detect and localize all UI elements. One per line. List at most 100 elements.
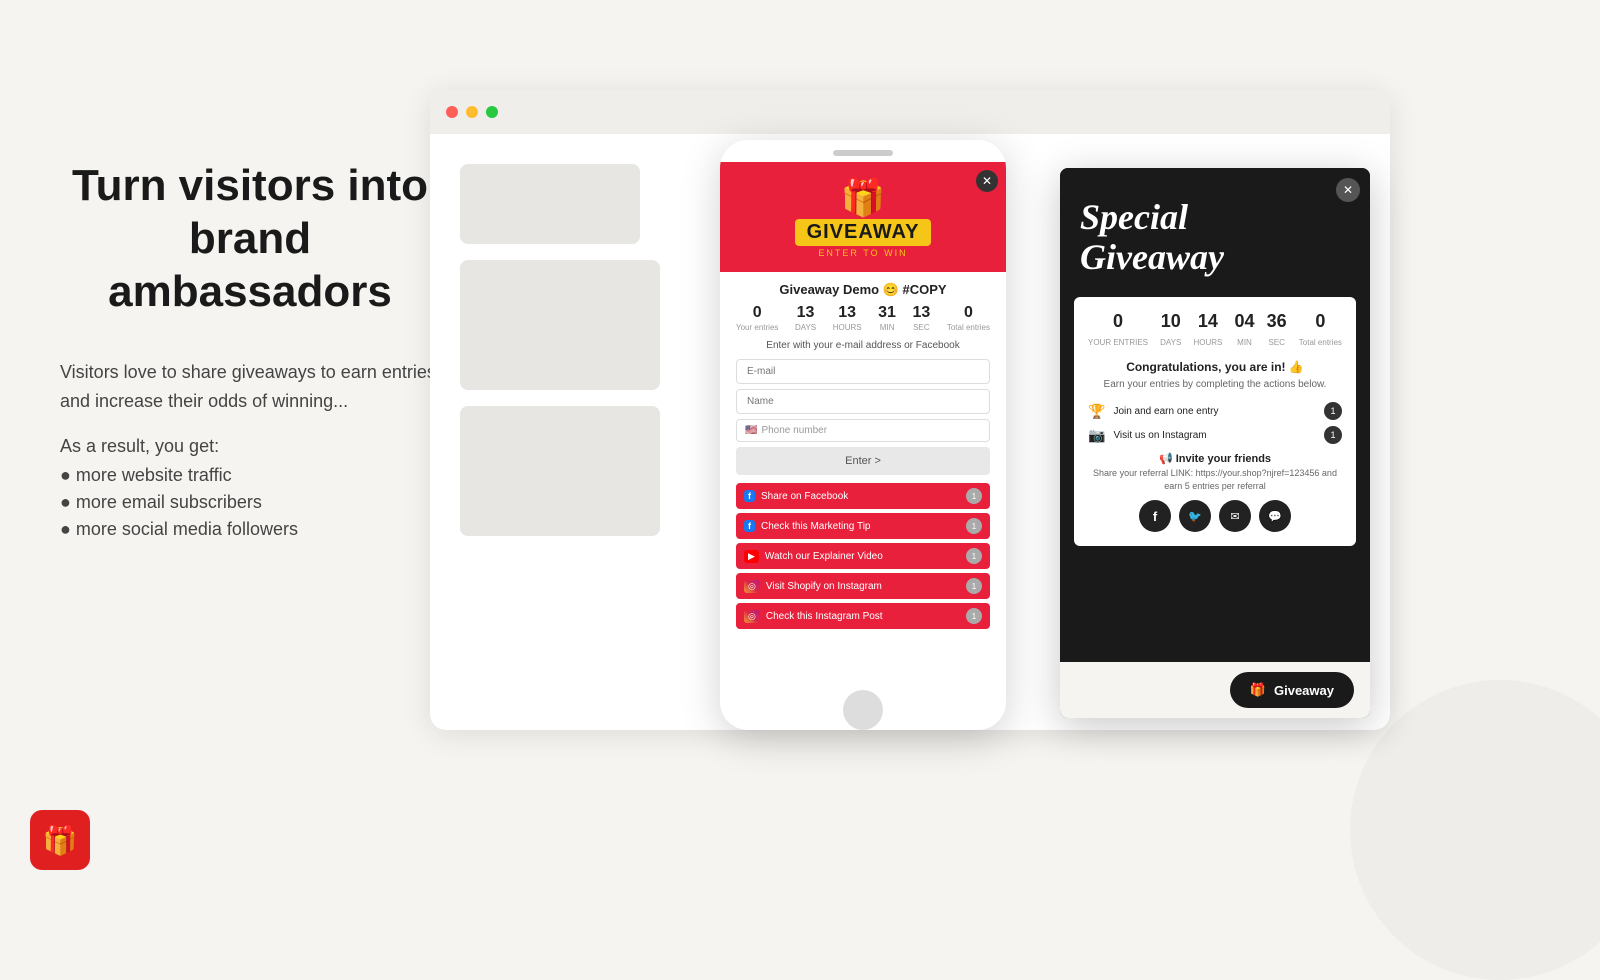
facebook-social-icon: f — [1153, 509, 1157, 524]
popup2-header: SpecialGiveaway — [1060, 168, 1370, 297]
action-explainer-video[interactable]: ▶ Watch our Explainer Video 1 — [736, 543, 990, 569]
timer-your-entries: 0 Your entries — [736, 304, 778, 332]
action-label-1: Share on Facebook — [761, 491, 966, 502]
bullet-1: ● more website traffic — [60, 465, 440, 486]
popup2-days: 10 DAYS — [1160, 311, 1181, 350]
action-list: f Share on Facebook 1 f Check this Marke… — [736, 483, 990, 629]
browser-dot-red — [446, 106, 458, 118]
action-label-2: Check this Marketing Tip — [761, 521, 966, 532]
action-badge-1: 1 — [966, 488, 982, 504]
phone-mockup-1: ✕ 🎁 GIVEAWAY ENTER TO WIN Giveaway Demo … — [720, 140, 1006, 730]
gift-icon: 🎁 — [795, 177, 932, 219]
action-badge-3: 1 — [966, 548, 982, 564]
social-icons-row: f 🐦 ✉ 💬 — [1088, 500, 1342, 532]
facebook-icon-1: f — [744, 490, 755, 502]
action-label-4: Visit Shopify on Instagram — [766, 581, 966, 592]
popup2-action-join[interactable]: 🏆 Join and earn one entry 1 — [1088, 402, 1342, 420]
fake-block-1 — [460, 164, 640, 244]
phone-input-row[interactable]: 🇺🇸 Phone number — [736, 419, 990, 442]
logo-gift-icon: 🎁 — [43, 824, 78, 857]
invite-sub-text: Share your referral LINK: https://your.s… — [1088, 467, 1342, 492]
phone-placeholder: Phone number — [761, 425, 827, 436]
congrats-text: Congratulations, you are in! 👍 — [1088, 360, 1342, 374]
popup2-min: 04 MIN — [1234, 311, 1254, 350]
giveaway-button[interactable]: 🎁 Giveaway — [1230, 672, 1354, 708]
popup1-close-button[interactable]: ✕ — [976, 170, 998, 192]
social-messenger-btn[interactable]: 💬 — [1259, 500, 1291, 532]
email-input[interactable] — [736, 359, 990, 384]
browser-bar — [430, 90, 1390, 134]
popup2-action-instagram[interactable]: 📷 Visit us on Instagram 1 — [1088, 426, 1342, 444]
flag-icon: 🇺🇸 — [745, 425, 757, 436]
action-instagram-post[interactable]: ◎ Check this Instagram Post 1 — [736, 603, 990, 629]
action-share-facebook[interactable]: f Share on Facebook 1 — [736, 483, 990, 509]
name-input[interactable] — [736, 389, 990, 414]
instagram-icon-1: ◎ — [744, 580, 760, 593]
invite-title: 📢 Invite your friends — [1088, 452, 1342, 465]
action-badge-2: 1 — [966, 518, 982, 534]
popup2-body: 0 YOUR ENTRIES 10 DAYS 14 HOURS 04 MIN 3… — [1074, 297, 1356, 546]
popup1-timer: 0 Your entries 13 DAYS 13 HOURS 31 MIN 1… — [736, 304, 990, 332]
action-visit-instagram[interactable]: ◎ Visit Shopify on Instagram 1 — [736, 573, 990, 599]
action-badge-5: 1 — [966, 608, 982, 624]
phone2-bottom-bar: 🎁 Giveaway — [1060, 662, 1370, 718]
popup1-description: Enter with your e-mail address or Facebo… — [736, 340, 990, 351]
popup1-title: Giveaway Demo 😊 #COPY — [736, 282, 990, 298]
social-email-btn[interactable]: ✉ — [1219, 500, 1251, 532]
action-label-3: Watch our Explainer Video — [765, 551, 966, 562]
phone-notch-1 — [833, 150, 893, 156]
enter-button[interactable]: Enter > — [736, 447, 990, 475]
phone-mockup-2: ✕ SpecialGiveaway 0 YOUR ENTRIES 10 DAYS… — [1060, 168, 1370, 718]
main-heading: Turn visitors into brand ambassadors — [60, 160, 440, 318]
messenger-social-icon: 💬 — [1268, 510, 1282, 523]
popup2-hours: 14 HOURS — [1193, 311, 1222, 350]
left-section: Turn visitors into brand ambassadors Vis… — [60, 160, 440, 546]
fake-block-3 — [460, 406, 660, 536]
result-intro: As a result, you get: — [60, 436, 440, 457]
youtube-icon: ▶ — [744, 550, 759, 563]
action-badge-4: 1 — [966, 578, 982, 594]
logo-icon: 🎁 — [30, 810, 90, 870]
popup2-special-giveaway-title: SpecialGiveaway — [1080, 198, 1350, 277]
twitter-social-icon: 🐦 — [1188, 510, 1202, 523]
sub-text: Visitors love to share giveaways to earn… — [60, 358, 440, 416]
bullet-2: ● more email subscribers — [60, 492, 440, 513]
social-twitter-btn[interactable]: 🐦 — [1179, 500, 1211, 532]
popup2-your-entries: 0 YOUR ENTRIES — [1088, 311, 1148, 350]
giveaway-badge: 🎁 GIVEAWAY ENTER TO WIN — [795, 177, 932, 258]
social-facebook-btn[interactable]: f — [1139, 500, 1171, 532]
action-instagram-badge: 1 — [1324, 426, 1342, 444]
browser-dot-green — [486, 106, 498, 118]
action-marketing-tip[interactable]: f Check this Marketing Tip 1 — [736, 513, 990, 539]
bottom-logo: 🎁 — [30, 810, 90, 870]
timer-total-entries: 0 Total entries — [947, 304, 990, 332]
bullet-3: ● more social media followers — [60, 519, 440, 540]
facebook-icon-2: f — [744, 520, 755, 532]
giveaway-btn-icon: 🎁 — [1250, 682, 1266, 698]
popup2-total-entries: 0 Total entries — [1299, 311, 1342, 350]
timer-sec: 13 SEC — [912, 304, 930, 332]
timer-min: 31 MIN — [878, 304, 896, 332]
camera-icon: 📷 — [1088, 427, 1105, 444]
giveaway-title-badge: GIVEAWAY — [795, 219, 932, 246]
fake-block-2 — [460, 260, 660, 390]
phone-home-button-1[interactable] — [843, 690, 883, 730]
invite-section: 📢 Invite your friends Share your referra… — [1088, 452, 1342, 532]
earn-text: Earn your entries by completing the acti… — [1088, 378, 1342, 392]
action-instagram-label: Visit us on Instagram — [1113, 430, 1324, 441]
browser-dot-yellow — [466, 106, 478, 118]
popup1: ✕ 🎁 GIVEAWAY ENTER TO WIN Giveaway Demo … — [720, 162, 1006, 682]
action-label-5: Check this Instagram Post — [766, 611, 966, 622]
enter-label: ENTER TO WIN — [795, 248, 932, 258]
giveaway-btn-label: Giveaway — [1274, 683, 1334, 698]
trophy-icon: 🏆 — [1088, 403, 1105, 420]
popup1-body: Giveaway Demo 😊 #COPY 0 Your entries 13 … — [720, 272, 1006, 643]
instagram-icon-2: ◎ — [744, 610, 760, 623]
popup2-close-button[interactable]: ✕ — [1336, 178, 1360, 202]
timer-hours: 13 HOURS — [833, 304, 862, 332]
popup2-sec: 36 SEC — [1267, 311, 1287, 350]
timer-days: 13 DAYS — [795, 304, 816, 332]
popup1-header: ✕ 🎁 GIVEAWAY ENTER TO WIN — [720, 162, 1006, 272]
bullet-list: ● more website traffic ● more email subs… — [60, 465, 440, 540]
action-join-badge: 1 — [1324, 402, 1342, 420]
